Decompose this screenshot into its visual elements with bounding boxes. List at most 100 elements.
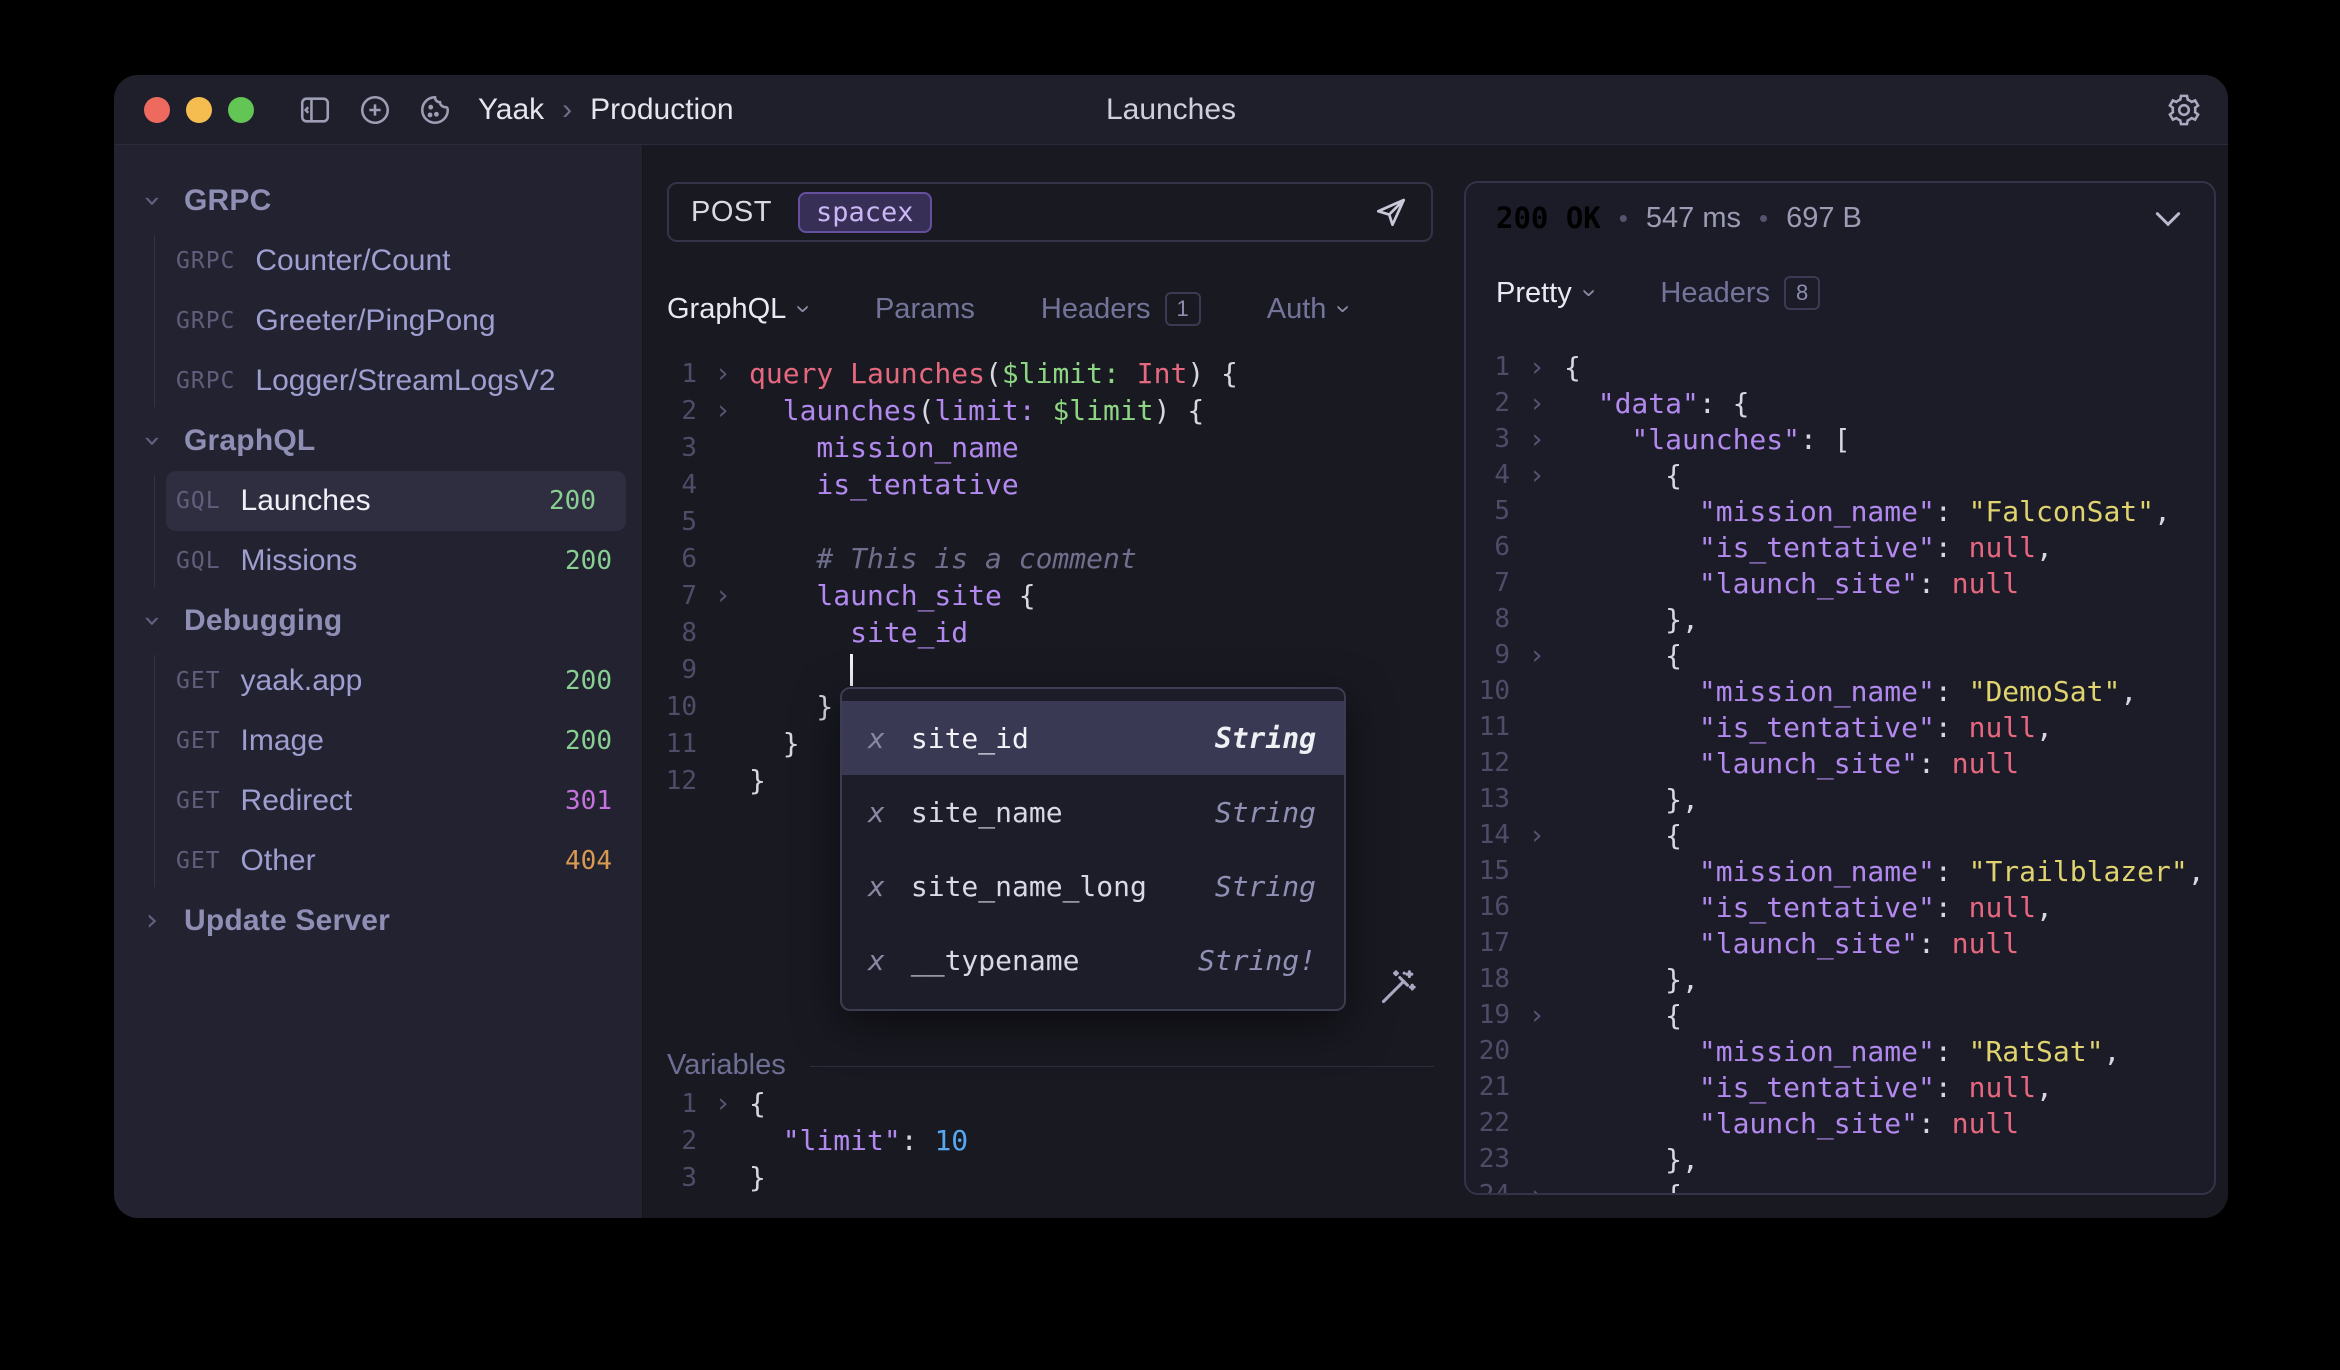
- line-number: 13: [1466, 784, 1510, 814]
- settings-gear-icon[interactable]: [2166, 75, 2202, 145]
- sidebar-section-graphql[interactable]: ›GraphQL: [114, 411, 642, 471]
- code-text: site_id: [749, 616, 968, 649]
- fold-chevron-icon[interactable]: ›: [697, 358, 749, 389]
- request-label: Counter/Count: [255, 244, 450, 278]
- code-text: "mission_name": "DemoSat",: [1564, 675, 2137, 708]
- response-tab-pretty[interactable]: Pretty›: [1496, 277, 1594, 310]
- sidebar-item-counter-count[interactable]: GRPCCounter/Count: [114, 231, 642, 291]
- code-text: "is_tentative": null,: [1564, 891, 2053, 924]
- line-number: 9: [1466, 640, 1510, 670]
- titlebar: Yaak › Production Launches: [114, 75, 2228, 145]
- code-line: 11 "is_tentative": null,: [1466, 709, 2214, 745]
- code-line: 2 "limit": 10: [661, 1122, 968, 1159]
- line-number: 16: [1466, 892, 1510, 922]
- fold-chevron-icon[interactable]: ›: [1510, 1000, 1564, 1031]
- sidebar-item-launches[interactable]: GQLLaunches200: [166, 471, 626, 531]
- url-bar[interactable]: POST spacex: [667, 182, 1433, 242]
- sidebar-item-redirect[interactable]: GETRedirect301: [114, 771, 642, 831]
- variables-editor[interactable]: 1›{2 "limit": 103}: [661, 1085, 968, 1196]
- autocomplete-label: site_name_long: [911, 870, 1147, 903]
- fold-chevron-icon[interactable]: ›: [1510, 820, 1564, 851]
- sidebar-item-other[interactable]: GETOther404: [114, 831, 642, 891]
- response-tab-headers[interactable]: Headers8: [1660, 276, 1820, 311]
- request-tab-headers[interactable]: Headers1: [1041, 292, 1201, 327]
- method-tag: GET: [176, 728, 221, 754]
- tab-label: Auth: [1267, 293, 1327, 326]
- fold-chevron-icon[interactable]: ›: [1510, 388, 1564, 419]
- code-line: 17 "launch_site": null: [1466, 925, 2214, 961]
- send-request-icon[interactable]: [1373, 194, 1409, 230]
- close-window-button[interactable]: [144, 97, 170, 123]
- base-url-badge[interactable]: spacex: [798, 192, 932, 233]
- sidebar-item-image[interactable]: GETImage200: [114, 711, 642, 771]
- workspace-name[interactable]: Yaak: [478, 93, 544, 127]
- response-header: 200 OK • 547 ms • 697 B: [1496, 201, 2134, 235]
- autocomplete-item-site-name-long[interactable]: xsite_name_longString: [842, 849, 1344, 923]
- line-number: 2: [1466, 388, 1510, 418]
- code-line: 3› "launches": [: [1466, 421, 2214, 457]
- sidebar-section-debugging[interactable]: ›Debugging: [114, 591, 642, 651]
- cookie-icon[interactable]: [418, 93, 452, 127]
- code-text: # This is a comment: [749, 542, 1137, 575]
- request-tab-graphql[interactable]: GraphQL›: [667, 293, 809, 326]
- autocomplete-type: String: [1215, 796, 1316, 829]
- collapse-response-chevron-icon[interactable]: [2152, 209, 2184, 234]
- maximize-window-button[interactable]: [228, 97, 254, 123]
- section-label: Debugging: [184, 604, 342, 638]
- chevron-down-icon: ›: [137, 189, 167, 213]
- request-label: Launches: [241, 484, 371, 518]
- response-body[interactable]: 1›{2› "data": {3› "launches": [4› {5 "mi…: [1466, 349, 2214, 1195]
- line-number: 5: [1466, 496, 1510, 526]
- toggle-sidebar-icon[interactable]: [298, 93, 332, 127]
- method-tag: GQL: [176, 548, 221, 574]
- code-line: 18 },: [1466, 961, 2214, 997]
- line-number: 14: [1466, 820, 1510, 850]
- method-label: POST: [691, 196, 772, 229]
- format-wand-icon[interactable]: [1372, 967, 1418, 1018]
- window-title: Launches: [1106, 75, 1236, 145]
- code-text: "data": {: [1564, 387, 1749, 420]
- fold-chevron-icon[interactable]: ›: [697, 580, 749, 611]
- line-number: 1: [661, 1089, 697, 1119]
- fold-chevron-icon[interactable]: ›: [697, 395, 749, 426]
- request-tab-auth[interactable]: Auth›: [1267, 293, 1349, 326]
- tab-count-badge: 1: [1165, 292, 1201, 327]
- sidebar-item-logger-streamlogsv2[interactable]: GRPCLogger/StreamLogsV2: [114, 351, 642, 411]
- autocomplete-item-site-name[interactable]: xsite_nameString: [842, 775, 1344, 849]
- fold-chevron-icon[interactable]: ›: [697, 1088, 749, 1119]
- environment-name[interactable]: Production: [590, 93, 733, 127]
- fold-chevron-icon[interactable]: ›: [1510, 640, 1564, 671]
- fold-chevron-icon[interactable]: ›: [1510, 460, 1564, 491]
- request-tab-params[interactable]: Params: [875, 293, 975, 326]
- section-label: Update Server: [184, 904, 390, 938]
- line-number: 3: [661, 1163, 697, 1193]
- new-request-icon[interactable]: [358, 93, 392, 127]
- code-text: },: [1564, 783, 1699, 816]
- code-text: launch_site {: [749, 579, 1036, 612]
- minimize-window-button[interactable]: [186, 97, 212, 123]
- fold-chevron-icon[interactable]: ›: [1510, 352, 1564, 383]
- code-text: [749, 653, 853, 686]
- sidebar-item-missions[interactable]: GQLMissions200: [114, 531, 642, 591]
- line-number: 10: [661, 692, 697, 722]
- code-text: mission_name: [749, 431, 1019, 464]
- traffic-lights: [144, 97, 254, 123]
- method-tag: GET: [176, 668, 221, 694]
- code-text: query Launches($limit: Int) {: [749, 357, 1238, 390]
- code-text: }: [749, 764, 766, 797]
- chevron-down-icon: ›: [792, 305, 818, 314]
- sidebar-section-update-server[interactable]: ›Update Server: [114, 891, 642, 951]
- separator-dot: •: [1759, 203, 1768, 234]
- sidebar-item-yaak-app[interactable]: GETyaak.app200: [114, 651, 642, 711]
- sidebar-section-grpc[interactable]: ›GRPC: [114, 171, 642, 231]
- section-label: GraphQL: [184, 424, 315, 458]
- line-number: 8: [661, 618, 697, 648]
- code-text: "mission_name": "RatSat",: [1564, 1035, 2120, 1068]
- fold-chevron-icon[interactable]: ›: [1510, 424, 1564, 455]
- fold-chevron-icon[interactable]: ›: [1510, 1180, 1564, 1196]
- code-text: {: [1564, 819, 1682, 852]
- autocomplete-item-typename[interactable]: x__typenameString!: [842, 923, 1344, 997]
- autocomplete-item-site-id[interactable]: xsite_idString: [842, 701, 1344, 775]
- line-number: 11: [1466, 712, 1510, 742]
- sidebar-item-greeter-pingpong[interactable]: GRPCGreeter/PingPong: [114, 291, 642, 351]
